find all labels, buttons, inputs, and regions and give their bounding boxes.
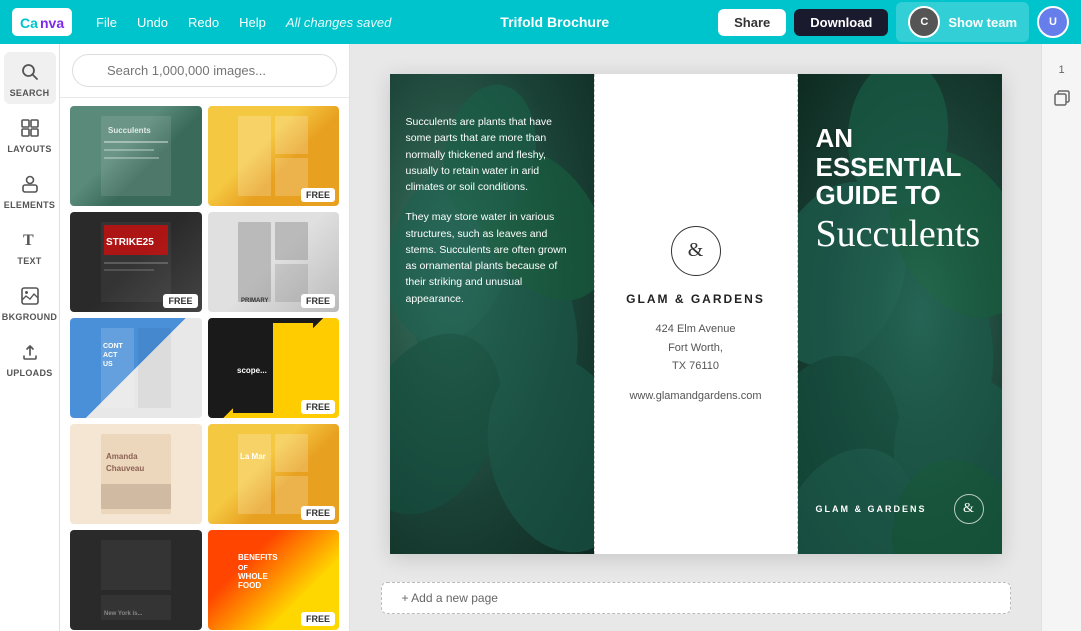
free-badge-6: FREE bbox=[301, 400, 335, 414]
svg-text:La Mar: La Mar bbox=[240, 452, 266, 461]
background-label: BKGROUND bbox=[2, 312, 57, 322]
svg-text:FOOD: FOOD bbox=[238, 581, 261, 590]
layouts-icon bbox=[18, 116, 42, 140]
topbar-right: Share Download C Show team U bbox=[718, 2, 1069, 42]
template-thumb-9[interactable]: New York is... bbox=[70, 530, 202, 630]
template-thumb-3[interactable]: STRIKE25 FREE bbox=[70, 212, 202, 312]
topbar-menu: File Undo Redo Help All changes saved bbox=[88, 11, 391, 34]
svg-text:Chauveau: Chauveau bbox=[106, 464, 144, 473]
ampersand-circle: & bbox=[671, 226, 721, 276]
svg-text:PRIMARY: PRIMARY bbox=[241, 298, 268, 304]
svg-text:T: T bbox=[23, 232, 34, 249]
search-input[interactable] bbox=[72, 54, 337, 87]
panel-left-desc2: They may store water in various structur… bbox=[406, 209, 578, 307]
help-menu[interactable]: Help bbox=[231, 11, 274, 34]
main-content: SEARCH LAYOUTS ELEMENTS bbox=[0, 44, 1081, 631]
free-badge-10: FREE bbox=[301, 612, 335, 626]
sidebar-item-text[interactable]: T TEXT bbox=[4, 220, 56, 272]
svg-text:CONT: CONT bbox=[103, 343, 124, 350]
redo-menu[interactable]: Redo bbox=[180, 11, 227, 34]
brochure-panel-middle[interactable]: & GLAM & GARDENS 424 Elm Avenue Fort Wor… bbox=[594, 74, 798, 554]
template-thumb-1[interactable]: Succulents bbox=[70, 106, 202, 206]
topbar: Ca nva File Undo Redo Help All changes s… bbox=[0, 0, 1081, 44]
page-number: 1 bbox=[1058, 64, 1064, 76]
template-thumb-2[interactable]: FREE bbox=[208, 106, 340, 206]
right-sidebar: 1 bbox=[1041, 44, 1081, 631]
layouts-label: LAYOUTS bbox=[7, 144, 51, 154]
svg-text:nva: nva bbox=[40, 15, 64, 31]
brochure: Succulents are plants that have some par… bbox=[390, 74, 1002, 554]
cover-bottom: GLAM & GARDENS & bbox=[816, 494, 984, 534]
brochure-panel-right[interactable]: AN ESSENTIAL GUIDE TO Succulents GLAM & … bbox=[798, 74, 1002, 554]
svg-text:BENEFITS: BENEFITS bbox=[238, 553, 278, 562]
status-text: All changes saved bbox=[286, 15, 392, 30]
svg-text:Amanda: Amanda bbox=[106, 452, 138, 461]
address-text: 424 Elm Avenue Fort Worth, TX 76110 bbox=[656, 320, 736, 376]
template-thumb-7[interactable]: Amanda Chauveau bbox=[70, 424, 202, 524]
company-name: GLAM & GARDENS bbox=[626, 292, 765, 306]
canvas-area[interactable]: Succulents are plants that have some par… bbox=[350, 44, 1041, 631]
svg-text:Ca: Ca bbox=[20, 15, 38, 31]
website-text: www.glamandgardens.com bbox=[629, 390, 761, 402]
free-badge-3: FREE bbox=[163, 294, 197, 308]
svg-text:scope...: scope... bbox=[237, 366, 267, 375]
svg-text:US: US bbox=[103, 361, 113, 368]
search-wrapper: 🔍 bbox=[72, 54, 337, 87]
document-title: Trifold Brochure bbox=[500, 14, 609, 30]
sidebar-item-layouts[interactable]: LAYOUTS bbox=[4, 108, 56, 160]
search-label: SEARCH bbox=[10, 88, 50, 98]
free-badge-8: FREE bbox=[301, 506, 335, 520]
svg-text:WHOLE: WHOLE bbox=[238, 572, 268, 581]
template-thumb-8[interactable]: La Mar FREE bbox=[208, 424, 340, 524]
template-thumb-5[interactable]: CONT ACT US bbox=[70, 318, 202, 418]
panel-sidebar: 🔍 Succulents bbox=[60, 44, 350, 631]
search-bar: 🔍 bbox=[60, 44, 349, 98]
template-thumb-6[interactable]: scope... FREE bbox=[208, 318, 340, 418]
user-avatar[interactable]: U bbox=[1037, 6, 1069, 38]
text-icon: T bbox=[18, 228, 42, 252]
svg-text:OF: OF bbox=[238, 565, 248, 572]
add-page-label: + Add a new page bbox=[402, 591, 498, 605]
templates-grid: Succulents FREE bbox=[60, 98, 349, 631]
brochure-panel-left[interactable]: Succulents are plants that have some par… bbox=[390, 74, 594, 554]
download-button[interactable]: Download bbox=[794, 9, 888, 36]
template-thumb-4[interactable]: PRIMARY FREE bbox=[208, 212, 340, 312]
elements-label: ELEMENTS bbox=[4, 200, 55, 210]
sidebar-item-search[interactable]: SEARCH bbox=[4, 52, 56, 104]
svg-text:Succulents: Succulents bbox=[108, 126, 151, 135]
sidebar-item-uploads[interactable]: UPLOADS bbox=[4, 332, 56, 384]
icon-sidebar: SEARCH LAYOUTS ELEMENTS bbox=[0, 44, 60, 631]
text-label: TEXT bbox=[17, 256, 41, 266]
uploads-icon bbox=[18, 340, 42, 364]
svg-text:ACT: ACT bbox=[103, 352, 118, 359]
svg-text:STRIKE25: STRIKE25 bbox=[106, 237, 154, 248]
undo-menu[interactable]: Undo bbox=[129, 11, 176, 34]
template-thumb-10[interactable]: BENEFITS OF WHOLE FOOD FREE bbox=[208, 530, 340, 630]
free-badge-4: FREE bbox=[301, 294, 335, 308]
search-icon bbox=[18, 60, 42, 84]
cover-top-text: AN ESSENTIAL GUIDE TO Succulents bbox=[816, 124, 984, 256]
share-button[interactable]: Share bbox=[718, 9, 786, 36]
uploads-label: UPLOADS bbox=[6, 368, 52, 378]
background-icon bbox=[18, 284, 42, 308]
add-page-button[interactable]: + Add a new page bbox=[381, 582, 1011, 614]
canva-logo[interactable]: Ca nva bbox=[12, 8, 72, 36]
svg-text:New York is...: New York is... bbox=[104, 611, 143, 617]
sidebar-item-background[interactable]: BKGROUND bbox=[4, 276, 56, 328]
avatar: C bbox=[908, 6, 940, 38]
cover-brand-name: GLAM & GARDENS bbox=[816, 504, 927, 514]
panel-left-desc1: Succulents are plants that have some par… bbox=[406, 114, 578, 195]
free-badge-2: FREE bbox=[301, 188, 335, 202]
show-team-label: Show team bbox=[948, 15, 1017, 30]
elements-icon bbox=[18, 172, 42, 196]
cover-ampersand: & bbox=[954, 494, 984, 524]
show-team-button[interactable]: C Show team bbox=[896, 2, 1029, 42]
copy-page-icon[interactable] bbox=[1048, 84, 1076, 112]
sidebar-item-elements[interactable]: ELEMENTS bbox=[4, 164, 56, 216]
file-menu[interactable]: File bbox=[88, 11, 125, 34]
topbar-center: Trifold Brochure bbox=[399, 14, 710, 30]
